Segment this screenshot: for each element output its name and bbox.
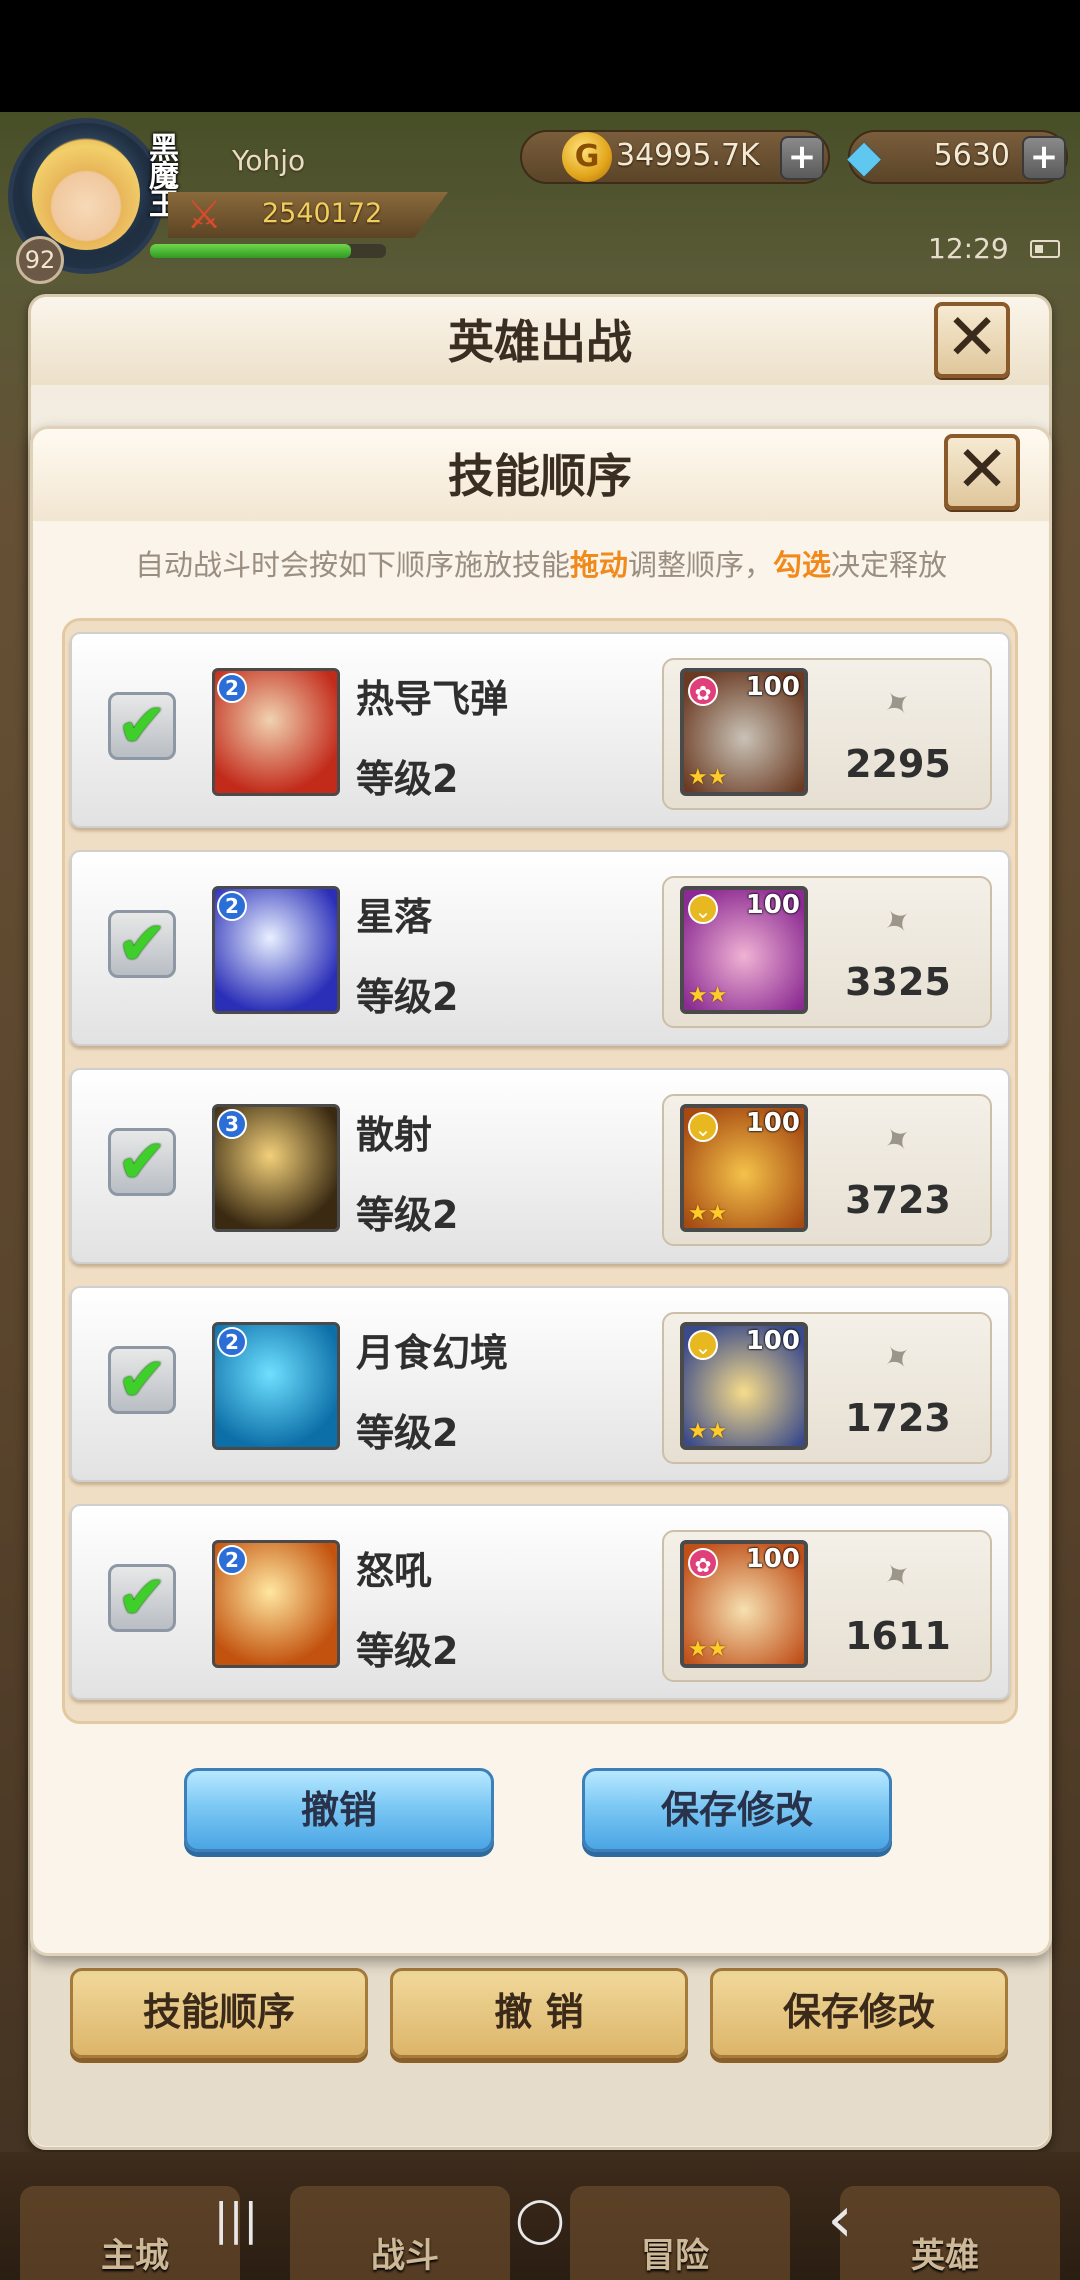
- gem-amount: 5630: [933, 138, 1010, 173]
- skill-level-text: 等级2: [356, 1411, 459, 1455]
- hero-portrait[interactable]: ✿ 100 ★★: [680, 1540, 808, 1668]
- nav-label-adventure: 冒险: [641, 2236, 709, 2276]
- undo-button[interactable]: 撤销: [184, 1768, 494, 1852]
- hero-power: 2295: [845, 742, 951, 786]
- hero-stars-icon: ★★: [688, 1637, 728, 1662]
- skill-name: 怒吼: [356, 1549, 433, 1593]
- skill-name: 月食幻境: [356, 1331, 509, 1375]
- rank-flower-icon: ✿: [688, 676, 718, 706]
- skill-level-badge: 3: [217, 1109, 247, 1139]
- skill-row[interactable]: ✔ 2 月食幻境 等级2 ⌄ 100 ★★ ✦ 1723: [70, 1286, 1010, 1482]
- save-changes-button[interactable]: 保存修改: [582, 1768, 892, 1852]
- hint-check: 勾选: [773, 548, 832, 582]
- gold-amount: 34995.7K: [616, 138, 760, 173]
- skill-level-badge: 2: [217, 1545, 247, 1575]
- roar-icon: 2: [212, 1540, 340, 1668]
- rank-chevron-icon: ⌄: [688, 1330, 718, 1360]
- crossed-swords-icon: ⚔: [186, 192, 222, 238]
- missile-icon: 2: [212, 668, 340, 796]
- hero-portrait[interactable]: ✿ 100 ★★: [680, 668, 808, 796]
- home-icon[interactable]: ◯: [500, 2190, 580, 2250]
- hero-deploy-title: 英雄出战: [448, 315, 632, 369]
- hint-text-1: 自动战斗时会按如下顺序施放技能: [134, 548, 570, 582]
- hero-level: 100: [745, 1326, 800, 1356]
- status-bar-area: [0, 0, 1080, 112]
- game-screen: 92 黑魔王 Yohjo ⚔ 2540172 G 34995.7K + ◆ 56…: [0, 0, 1080, 2280]
- skill-level-text: 等级2: [356, 975, 459, 1019]
- hero-portrait[interactable]: ⌄ 100 ★★: [680, 886, 808, 1014]
- hero-level: 100: [745, 672, 800, 702]
- skill-level-text: 等级2: [356, 1193, 459, 1237]
- skill-row[interactable]: ✔ 2 热导飞弹 等级2 ✿ 100 ★★ ✦ 2295: [70, 632, 1010, 828]
- hero-power: 3325: [845, 960, 951, 1004]
- skill-name: 热导飞弹: [356, 677, 509, 721]
- hint-drag: 拖动: [569, 548, 628, 582]
- hero-power: 1611: [845, 1614, 951, 1658]
- hero-power: 1723: [845, 1396, 951, 1440]
- checkmark-icon: ✔: [117, 909, 168, 979]
- skill-level-badge: 2: [217, 891, 247, 921]
- skill-row[interactable]: ✔ 2 星落 等级2 ⌄ 100 ★★ ✦ 3325: [70, 850, 1010, 1046]
- nav-label-battle: 战斗: [371, 2236, 439, 2276]
- clock: 12:29: [928, 232, 1009, 265]
- hero-power: 3723: [845, 1178, 951, 1222]
- skill-level-text: 等级2: [356, 757, 459, 801]
- skill-order-hint: 自动战斗时会按如下顺序施放技能拖动调整顺序，勾选决定释放: [30, 542, 1052, 584]
- hero-stars-icon: ★★: [688, 1419, 728, 1444]
- skill-enable-checkbox[interactable]: ✔: [108, 691, 176, 761]
- hero-portrait[interactable]: ⌄ 100 ★★: [680, 1322, 808, 1450]
- skill-row[interactable]: ✔ 2 怒吼 等级2 ✿ 100 ★★ ✦ 1611: [70, 1504, 1010, 1700]
- exp-bar-fill: [150, 244, 351, 258]
- skill-level-badge: 2: [217, 1327, 247, 1357]
- nav-label-main-city: 主城: [101, 2236, 169, 2276]
- player-name: Yohjo: [232, 144, 306, 177]
- skill-enable-checkbox[interactable]: ✔: [108, 909, 176, 979]
- hero-stars-icon: ★★: [688, 765, 728, 790]
- checkmark-icon: ✔: [117, 1127, 168, 1197]
- rank-chevron-icon: ⌄: [688, 894, 718, 924]
- hero-level: 100: [745, 890, 800, 920]
- skill-level-badge: 2: [217, 673, 247, 703]
- checkmark-icon: ✔: [117, 1563, 168, 1633]
- skill-order-title: 技能顺序: [448, 449, 632, 503]
- hint-text-2: 调整顺序，: [627, 548, 773, 582]
- player-power: 2540172: [262, 198, 383, 229]
- scatter-icon: 3: [212, 1104, 340, 1232]
- hero-level: 100: [745, 1544, 800, 1574]
- back-icon[interactable]: ‹: [800, 2188, 880, 2252]
- skill-name: 星落: [356, 895, 433, 939]
- checkmark-icon: ✔: [117, 1345, 168, 1415]
- player-avatar[interactable]: [32, 140, 140, 250]
- skill-name: 散射: [356, 1113, 433, 1157]
- checkmark-icon: ✔: [117, 691, 168, 761]
- hero-deploy-close-button[interactable]: ✕: [934, 302, 1010, 378]
- hero-stars-icon: ★★: [688, 1201, 728, 1226]
- hero-level: 100: [745, 1108, 800, 1138]
- skill-level-text: 等级2: [356, 1629, 459, 1673]
- rank-flower-icon: ✿: [688, 1548, 718, 1578]
- moon-icon: 2: [212, 1322, 340, 1450]
- add-gold-button[interactable]: +: [780, 136, 824, 180]
- skill-enable-checkbox[interactable]: ✔: [108, 1127, 176, 1197]
- skill-order-close-button[interactable]: ✕: [944, 434, 1020, 510]
- skill-order-button[interactable]: 技能顺序: [70, 1968, 368, 2058]
- skill-enable-checkbox[interactable]: ✔: [108, 1345, 176, 1415]
- recent-apps-icon[interactable]: |||: [196, 2190, 276, 2250]
- outer-undo-button[interactable]: 撤 销: [390, 1968, 688, 2058]
- hint-text-3: 决定释放: [831, 548, 948, 582]
- hero-stars-icon: ★★: [688, 983, 728, 1008]
- rank-chevron-icon: ⌄: [688, 1112, 718, 1142]
- gold-coin-icon: G: [562, 132, 612, 182]
- battery-icon: [1030, 240, 1060, 258]
- skill-enable-checkbox[interactable]: ✔: [108, 1563, 176, 1633]
- add-gems-button[interactable]: +: [1022, 136, 1066, 180]
- hero-portrait[interactable]: ⌄ 100 ★★: [680, 1104, 808, 1232]
- skill-row[interactable]: ✔ 3 散射 等级2 ⌄ 100 ★★ ✦ 3723: [70, 1068, 1010, 1264]
- starfall-icon: 2: [212, 886, 340, 1014]
- nav-label-hero: 英雄: [911, 2236, 979, 2276]
- outer-save-button[interactable]: 保存修改: [710, 1968, 1008, 2058]
- player-level-badge: 92: [16, 236, 64, 284]
